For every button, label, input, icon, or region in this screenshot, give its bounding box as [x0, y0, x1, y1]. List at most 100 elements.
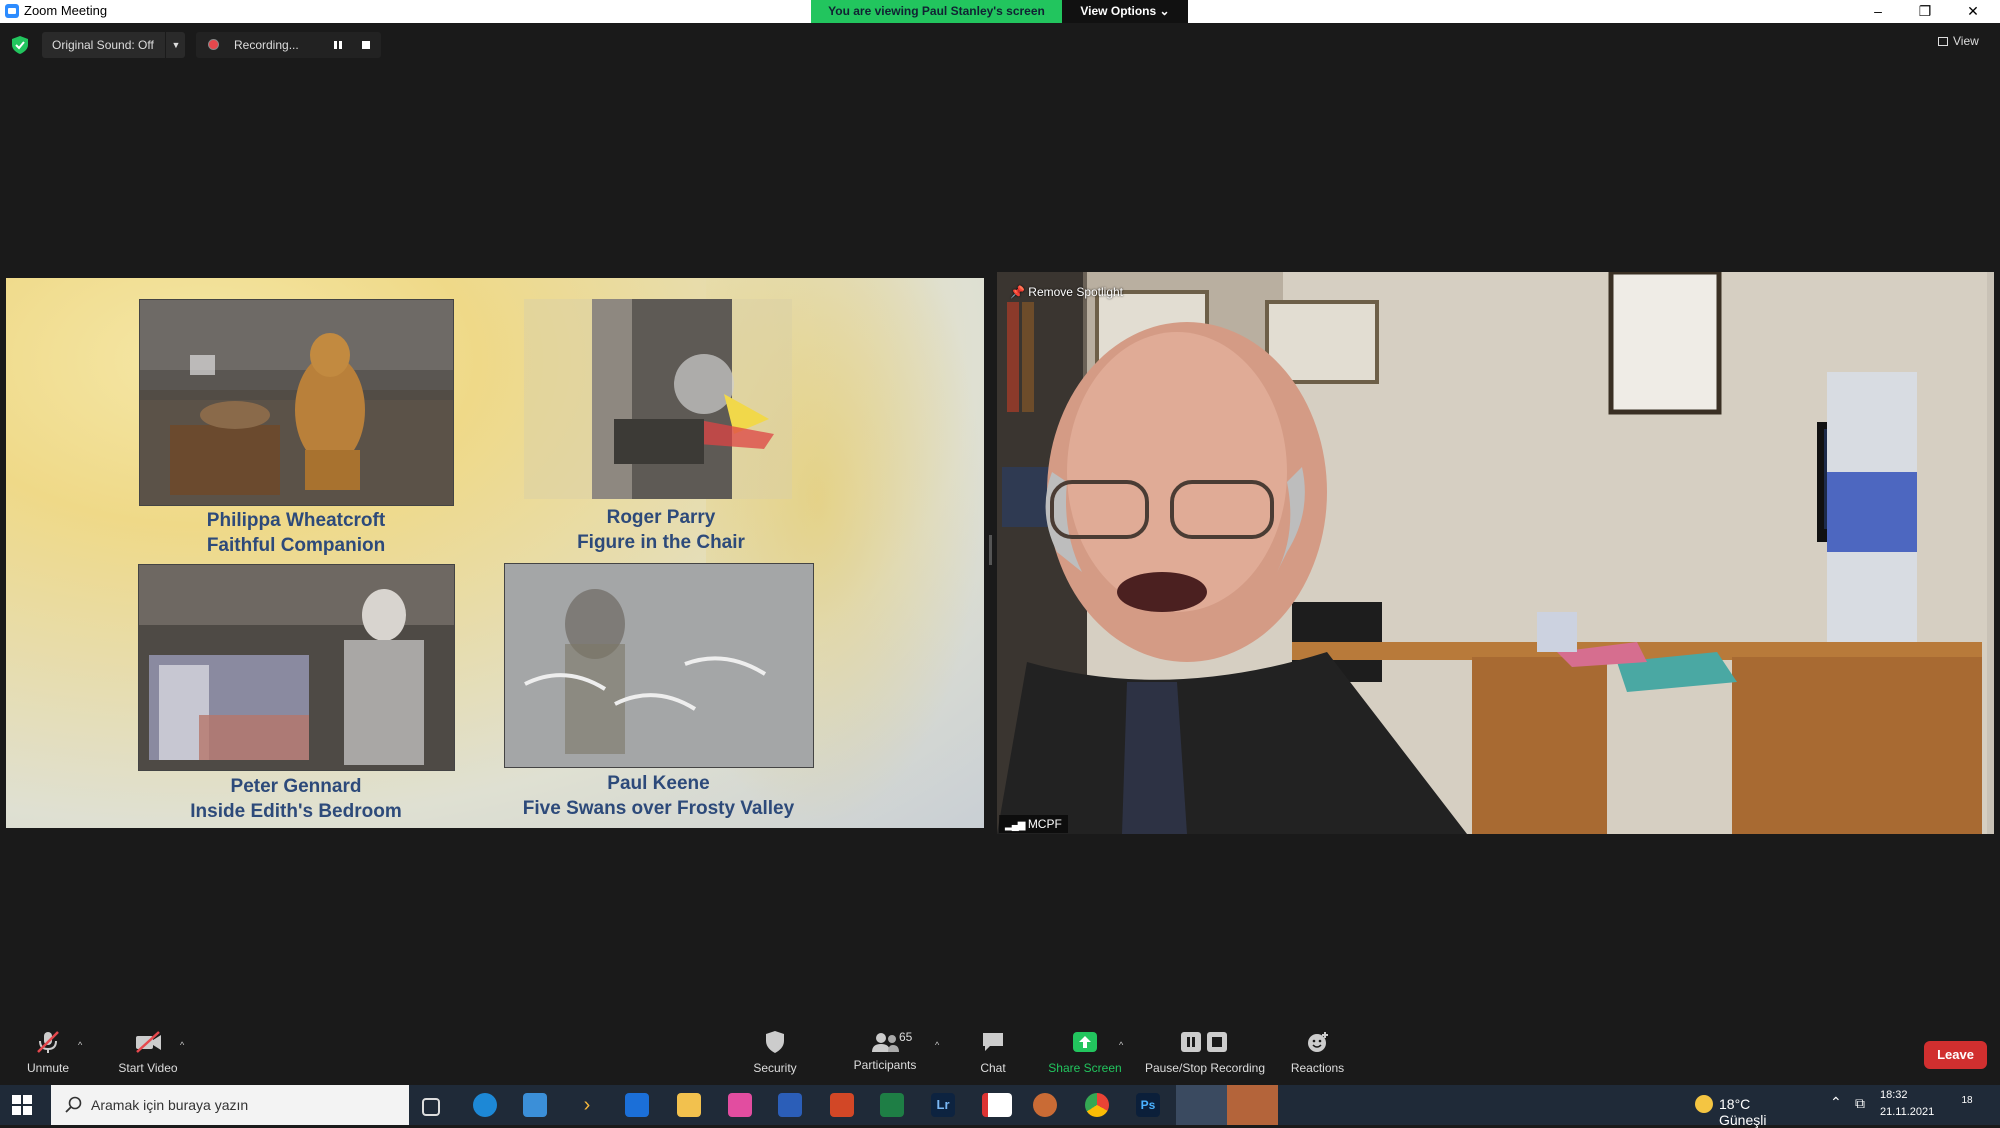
onedrive-taskbar-icon[interactable]	[1227, 1085, 1278, 1125]
weather-text[interactable]: 18°C Güneşli	[1719, 1096, 1766, 1128]
windows-taskbar: Aramak için buraya yazın › Lr Ps 18°C Gü…	[0, 1085, 2000, 1128]
remove-spotlight-label: Remove Spotlight	[1028, 285, 1124, 299]
security-label: Security	[753, 1061, 797, 1075]
caption-title-2: Figure in the Chair	[577, 532, 745, 553]
powerpoint-icon[interactable]	[830, 1093, 854, 1117]
share-screen-label: Share Screen	[1048, 1061, 1122, 1075]
app-icon[interactable]	[1033, 1093, 1057, 1117]
lightroom-icon[interactable]: Lr	[931, 1093, 955, 1117]
caption-author-1: Philippa Wheatcroft	[206, 510, 386, 531]
remove-spotlight-button[interactable]: 📌 Remove Spotlight	[1010, 285, 1123, 299]
reactions-button[interactable]: Reactions	[1285, 1030, 1350, 1075]
acrobat-icon[interactable]	[982, 1093, 1012, 1117]
file-explorer-icon[interactable]	[677, 1093, 701, 1117]
original-sound-label: Original Sound: Off	[52, 38, 154, 52]
start-video-label: Start Video	[118, 1061, 178, 1075]
zoom-taskbar-icon[interactable]	[1176, 1085, 1227, 1125]
clock-time[interactable]: 18:32	[1880, 1089, 1908, 1101]
view-options-button[interactable]: View Options ⌄	[1062, 0, 1188, 23]
search-icon	[65, 1096, 82, 1113]
participant-name: MCPF	[1027, 817, 1062, 831]
video-options-caret-icon[interactable]: ^	[180, 1040, 184, 1050]
share-options-caret-icon[interactable]: ^	[1119, 1040, 1123, 1050]
security-button[interactable]: Security	[740, 1030, 810, 1075]
speaker-video	[997, 272, 1994, 834]
chevron-down-icon[interactable]: ▼	[165, 32, 186, 58]
close-button[interactable]: ✕	[1950, 0, 1996, 23]
view-options-label: View Options	[1080, 4, 1157, 18]
photo-figure-in-chair	[524, 299, 792, 499]
reactions-label: Reactions	[1290, 1061, 1345, 1075]
chat-button[interactable]: Chat	[963, 1030, 1023, 1075]
participants-caret-icon[interactable]: ^	[935, 1040, 939, 1050]
creative-cloud-icon[interactable]	[728, 1093, 752, 1117]
weather-sun-icon	[1695, 1095, 1713, 1113]
pause-stop-recording-label: Pause/Stop Recording	[1144, 1061, 1266, 1075]
participants-button[interactable]: 65 Participants	[845, 1030, 925, 1072]
photoshop-icon[interactable]: Ps	[1136, 1093, 1160, 1117]
recording-dot-icon	[208, 39, 219, 50]
windows-start-icon[interactable]	[12, 1095, 32, 1115]
reactions-smiley-icon	[1307, 1032, 1328, 1052]
audio-options-caret-icon[interactable]: ^	[78, 1040, 82, 1050]
encryption-shield-icon[interactable]	[12, 36, 28, 54]
original-sound-toggle[interactable]: Original Sound: Off ▼	[42, 32, 185, 58]
recording-label: Recording...	[234, 38, 299, 52]
share-screen-button[interactable]: Share Screen	[1045, 1030, 1125, 1075]
shared-screen: Philippa Wheatcroft Faithful Companion R…	[6, 278, 984, 828]
caption-title-3: Inside Edith's Bedroom	[190, 801, 402, 822]
tray-chevron-icon[interactable]: ⌃	[1830, 1094, 1842, 1111]
caption-author-2: Roger Parry	[606, 507, 716, 528]
view-layout-button[interactable]: View	[1938, 34, 1979, 48]
restore-button[interactable]: ❐	[1902, 0, 1948, 23]
clock-date[interactable]: 21.11.2021	[1880, 1106, 1934, 1118]
caption-title-1: Faithful Companion	[206, 535, 386, 556]
pause-stop-recording-icon	[1181, 1032, 1227, 1052]
recording-indicator: Recording...	[196, 32, 381, 58]
security-shield-icon	[766, 1031, 784, 1053]
caption-author-3: Peter Gennard	[230, 776, 362, 797]
microsoft-store-icon[interactable]	[523, 1093, 547, 1117]
unmute-button[interactable]: Unmute	[18, 1030, 78, 1075]
photo-inside-ediths-bedroom	[138, 564, 455, 771]
chat-bubble-icon	[983, 1033, 1003, 1051]
photo-faithful-companion	[139, 299, 454, 506]
chevron-down-icon: ⌄	[1159, 4, 1170, 18]
participants-count: 65	[899, 1030, 913, 1044]
taskbar-search-box[interactable]: Aramak için buraya yazın	[51, 1085, 409, 1125]
view-label: View	[1953, 34, 1979, 48]
split-resize-handle[interactable]	[989, 535, 992, 565]
caption-author-4: Paul Keene	[607, 773, 710, 794]
stop-recording-icon[interactable]	[362, 41, 370, 49]
caption-title-4: Five Swans over Frosty Valley	[522, 798, 795, 819]
viewing-screen-banner: You are viewing Paul Stanley's screen	[811, 0, 1062, 23]
network-icon[interactable]: ⧉	[1855, 1095, 1865, 1112]
pin-icon: 📌	[1010, 285, 1025, 299]
microphone-muted-icon	[37, 1031, 59, 1053]
pause-recording-icon[interactable]	[334, 41, 342, 49]
video-off-icon	[136, 1031, 161, 1053]
zoom-app-icon	[5, 4, 19, 18]
edge-browser-icon[interactable]	[473, 1093, 497, 1117]
notifications-badge[interactable]: 18	[1957, 1095, 1977, 1115]
grid-icon	[1938, 37, 1948, 46]
mail-icon[interactable]	[625, 1093, 649, 1117]
share-screen-icon	[1073, 1032, 1097, 1052]
signal-bars-icon: ▂▄▆	[1005, 820, 1025, 831]
chat-label: Chat	[980, 1061, 1006, 1075]
app-chevron-icon[interactable]: ›	[575, 1093, 599, 1117]
task-view-icon[interactable]	[422, 1098, 440, 1116]
window-title: Zoom Meeting	[24, 3, 108, 18]
start-video-button[interactable]: Start Video	[108, 1030, 188, 1075]
search-placeholder: Aramak için buraya yazın	[91, 1097, 249, 1113]
leave-meeting-button[interactable]: Leave	[1924, 1041, 1987, 1069]
participant-name-tag: ▂▄▆ MCPF	[999, 815, 1068, 833]
participants-label: Participants	[853, 1058, 917, 1072]
word-icon[interactable]	[778, 1093, 802, 1117]
pause-stop-recording-button[interactable]: Pause/Stop Recording	[1140, 1030, 1270, 1075]
excel-icon[interactable]	[880, 1093, 904, 1117]
photo-five-swans	[504, 563, 814, 768]
chrome-icon[interactable]	[1085, 1093, 1109, 1117]
unmute-label: Unmute	[26, 1061, 70, 1075]
minimize-button[interactable]: –	[1855, 0, 1901, 23]
